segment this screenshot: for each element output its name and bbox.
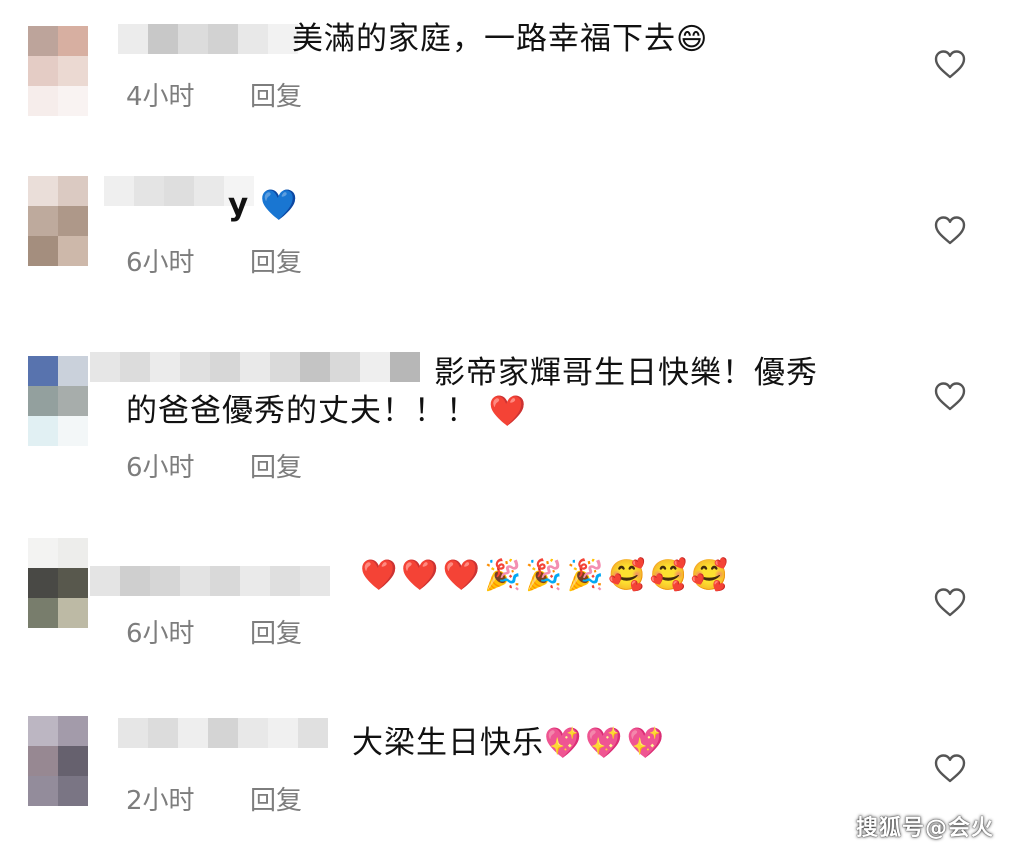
red-heart-emoji: ❤️	[488, 394, 528, 429]
like-heart-icon[interactable]	[933, 752, 967, 786]
like-heart-icon[interactable]	[933, 214, 967, 248]
sparkling-heart-emoji: 💖💖💖	[544, 726, 669, 761]
avatar[interactable]	[28, 716, 88, 806]
comment-meta: 6小时 回复	[126, 619, 302, 649]
comment-text-line-1: 影帝家輝哥生日快樂！優秀	[434, 355, 818, 391]
comment-time: 4小时	[126, 82, 195, 112]
comment-meta: 2小时 回复	[126, 786, 302, 816]
grinning-face-emoji: 😄	[676, 22, 709, 57]
comment-text: 的爸爸優秀的丈夫！！！ ❤️	[126, 390, 527, 433]
comment-text-body: 美滿的家庭，一路幸福下去	[292, 21, 676, 57]
comment-text-body: 大梁生日快乐	[352, 725, 544, 761]
avatar[interactable]	[28, 538, 88, 628]
avatar[interactable]	[28, 356, 88, 446]
comment-text-body: y	[228, 187, 250, 223]
comment-time: 6小时	[126, 619, 195, 649]
username[interactable]	[118, 718, 328, 748]
hearts-party-smiling-emoji-row: ❤️❤️❤️🎉🎉🎉🥰🥰🥰	[360, 558, 733, 593]
comment-meta: 6小时 回复	[126, 453, 302, 483]
comment-time: 6小时	[126, 248, 195, 278]
watermark: 搜狐号@会火	[855, 816, 994, 841]
like-heart-icon[interactable]	[933, 48, 967, 82]
reply-button[interactable]: 回复	[250, 82, 302, 112]
comment-text-line-2: 的爸爸優秀的丈夫！！！	[126, 393, 478, 429]
comment-text: y 💙	[228, 184, 298, 227]
reply-button[interactable]: 回复	[250, 619, 302, 649]
reply-button[interactable]: 回复	[250, 453, 302, 483]
username[interactable]	[90, 352, 420, 382]
comment-time: 2小时	[126, 786, 195, 816]
comment-text: ❤️❤️❤️🎉🎉🎉🥰🥰🥰	[360, 554, 732, 597]
like-heart-icon[interactable]	[933, 586, 967, 620]
username[interactable]	[90, 566, 330, 596]
comment-time: 6小时	[126, 453, 195, 483]
reply-button[interactable]: 回复	[250, 248, 302, 278]
avatar[interactable]	[28, 26, 88, 116]
comment-text: 影帝家輝哥生日快樂！優秀	[434, 352, 818, 394]
username[interactable]	[118, 24, 298, 54]
comment-meta: 4小时 回复	[126, 82, 302, 112]
avatar[interactable]	[28, 176, 88, 266]
reply-button[interactable]: 回复	[250, 786, 302, 816]
comment-text: 美滿的家庭，一路幸福下去😄	[292, 18, 708, 61]
comment-text: 大梁生日快乐💖💖💖	[352, 722, 668, 765]
like-heart-icon[interactable]	[933, 380, 967, 414]
blue-heart-emoji: 💙	[260, 188, 299, 223]
comment-meta: 6小时 回复	[126, 248, 302, 278]
